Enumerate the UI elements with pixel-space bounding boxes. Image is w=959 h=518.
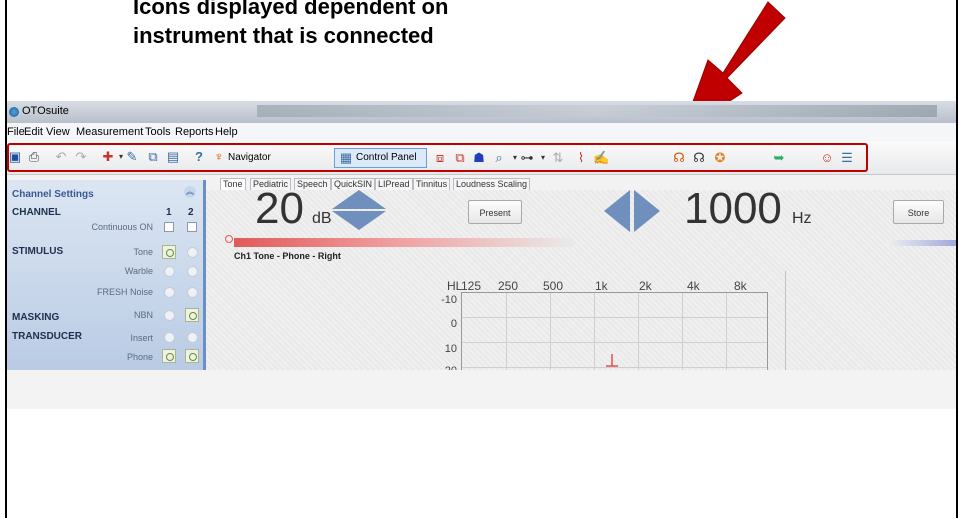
masking-nbn-label: NBN <box>133 310 153 320</box>
audiogram-freq-1k: 1k <box>595 279 608 293</box>
menu-view[interactable]: View <box>46 126 70 138</box>
masking-label: MASKING <box>12 312 60 323</box>
audiogram-freq-2k: 2k <box>639 279 652 293</box>
continuous-on-ch1-checkbox[interactable] <box>164 222 174 232</box>
stimulus-warble-ch2-radio[interactable] <box>187 266 198 277</box>
masking-nbn-ch2-radio[interactable] <box>185 308 199 322</box>
lower-panel <box>7 370 956 409</box>
menu-edit[interactable]: Edit <box>24 126 43 138</box>
audiogram-y-0: 0 <box>450 318 457 330</box>
channel-status-label: Ch1 Tone - Phone - Right <box>234 251 341 261</box>
audiogram-y-10: 10 <box>444 343 457 355</box>
stimulus-fresh-noise-label: FRESH Noise <box>96 287 153 297</box>
menu-bar: File Edit View Measurement Tools Reports… <box>7 123 956 141</box>
frequency-stepper-icon[interactable] <box>603 189 661 233</box>
transducer-insert-ch2-radio[interactable] <box>187 332 198 343</box>
toolbar-highlight-box <box>7 143 868 172</box>
transducer-phone-label: Phone <box>126 352 153 362</box>
transducer-label: TRANSDUCER <box>12 331 82 342</box>
callout-line-2: instrument that is connected <box>133 23 434 48</box>
transducer-insert-ch1-radio[interactable] <box>164 332 175 343</box>
slide-border-right <box>956 0 958 518</box>
level-bar <box>234 238 574 247</box>
audiogram-freq-250: 250 <box>498 279 519 293</box>
menu-reports[interactable]: Reports <box>175 126 214 138</box>
callout-text: Icons displayed dependent on instrument … <box>133 0 448 50</box>
tab-tinnitus[interactable]: Tinnitus <box>413 178 451 190</box>
menu-measurement[interactable]: Measurement <box>76 126 143 138</box>
audiogram-freq-125: 125 <box>461 279 482 293</box>
titlebar-blur <box>257 105 937 117</box>
audiogram-freq-8k: 8k <box>734 279 747 293</box>
masking-nbn-ch1-radio[interactable] <box>164 310 175 321</box>
frequency-bar <box>887 240 956 246</box>
stimulus-warble-ch1-radio[interactable] <box>164 266 175 277</box>
stimulus-tone-ch1-radio[interactable] <box>162 245 176 259</box>
transducer-phone-ch1-radio[interactable] <box>162 349 176 363</box>
audiogram-y-minus10: -10 <box>441 294 457 306</box>
level-stepper-icon[interactable] <box>330 189 388 231</box>
frequency-unit: Hz <box>792 210 812 227</box>
window-title: OTOsuite <box>22 105 69 117</box>
level-unit: dB <box>312 210 332 227</box>
continuous-on-ch2-checkbox[interactable] <box>187 222 197 232</box>
transducer-phone-ch2-radio[interactable] <box>185 349 199 363</box>
channel-2-label: 2 <box>188 207 194 218</box>
graph-separator <box>785 271 786 371</box>
stimulus-tone-ch2-radio[interactable] <box>187 247 198 258</box>
stimulus-fresh-ch2-radio[interactable] <box>187 287 198 298</box>
channel-label: CHANNEL <box>12 207 61 218</box>
stimulus-label: STIMULUS <box>12 246 64 257</box>
audiogram-freq-4k: 4k <box>687 279 700 293</box>
app-screenshot: OTOsuite File Edit View Measurement Tool… <box>7 101 956 409</box>
menu-help[interactable]: Help <box>215 126 238 138</box>
present-button[interactable]: Present <box>468 200 522 224</box>
level-value: 20 <box>255 184 304 233</box>
level-indicator-dot <box>225 235 233 243</box>
callout-line-1: Icons displayed dependent on <box>133 0 449 19</box>
audiogram-freq-500: 500 <box>543 279 564 293</box>
channel-1-label: 1 <box>166 207 172 218</box>
audiogram-cursor-icon <box>606 354 618 367</box>
tab-tone[interactable]: Tone <box>220 178 246 190</box>
panel-header: Channel Settings <box>12 189 94 200</box>
store-button[interactable]: Store <box>893 200 944 224</box>
menu-tools[interactable]: Tools <box>145 126 171 138</box>
slide: Icons displayed dependent on instrument … <box>0 0 959 518</box>
frequency-value: 1000 <box>684 184 782 233</box>
continuous-on-label: Continuous ON <box>91 222 153 232</box>
channel-settings-panel: Channel Settings ︽ CHANNEL 1 2 Continuou… <box>7 180 206 370</box>
transducer-insert-label: Insert <box>130 333 153 343</box>
stimulus-tone-label: Tone <box>133 247 153 257</box>
menu-file[interactable]: File <box>7 126 25 138</box>
stimulus-warble-label: Warble <box>124 266 153 276</box>
otosuite-app-icon <box>9 107 19 117</box>
tab-loudness-scaling[interactable]: Loudness Scaling <box>453 178 531 190</box>
collapse-icon[interactable]: ︽ <box>184 186 196 198</box>
stimulus-fresh-ch1-radio[interactable] <box>164 287 175 298</box>
window-titlebar: OTOsuite <box>7 101 956 123</box>
